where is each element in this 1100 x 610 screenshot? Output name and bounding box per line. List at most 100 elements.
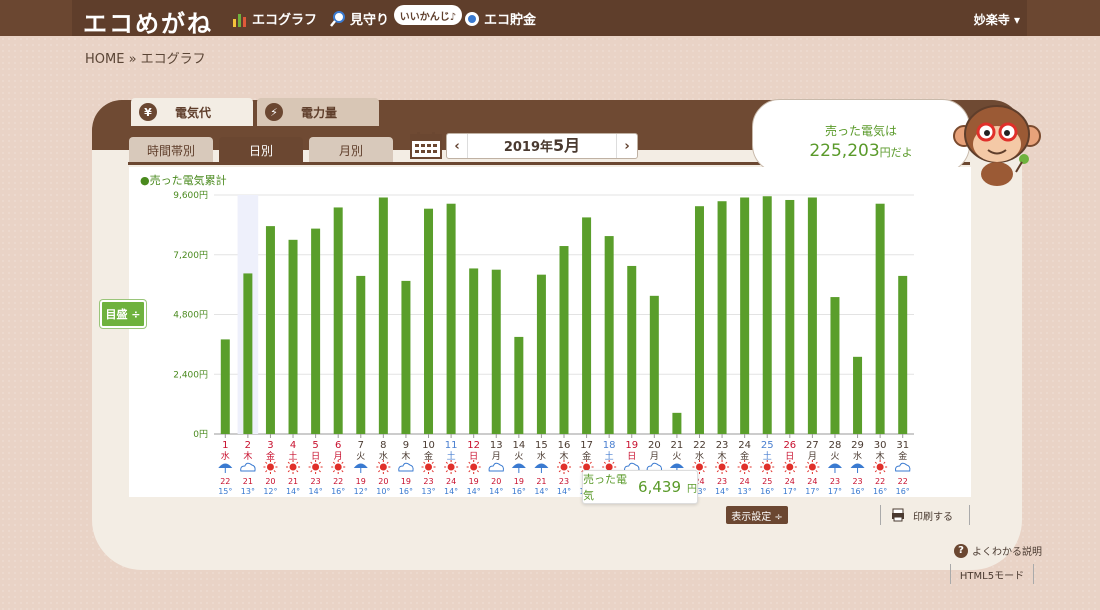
cloud-icon xyxy=(488,462,504,472)
sun-ray xyxy=(468,470,471,473)
bar xyxy=(604,236,614,434)
sun-icon xyxy=(695,463,703,471)
month-navigator: ‹ 2019年5月 › xyxy=(446,133,638,159)
sun-ray xyxy=(431,461,434,464)
help-link[interactable]: ? よくわかる説明 xyxy=(954,543,1042,558)
temp-low-label: 13° xyxy=(738,487,752,496)
calendar-icon[interactable] xyxy=(410,131,442,159)
yen-icon: ¥ xyxy=(139,103,157,121)
tab-electricity-amount[interactable]: ⚡ 電力量 xyxy=(257,98,379,126)
temp-low-label: 14° xyxy=(467,487,481,496)
x-tick-label-weekday: 水 xyxy=(853,450,862,462)
temp-high-label: 20 xyxy=(378,477,388,486)
prev-month-button[interactable]: ‹ xyxy=(447,139,467,154)
speech-line1: 売った電気は xyxy=(824,124,897,138)
x-tick-label-weekday: 日 xyxy=(627,451,636,462)
temp-low-label: 16° xyxy=(399,487,413,496)
top-bar-inner xyxy=(72,0,1027,36)
temp-high-label: 22 xyxy=(898,477,908,486)
current-year: 2019年 xyxy=(503,140,554,155)
bar xyxy=(469,268,479,434)
tab-monthly[interactable]: 月別 xyxy=(309,137,393,163)
bar xyxy=(717,201,727,434)
sun-icon xyxy=(786,463,794,471)
x-tick-label-weekday: 月 xyxy=(650,451,659,462)
cloud-icon xyxy=(895,462,911,472)
nav-eco-graph[interactable]: エコグラフ xyxy=(232,9,317,28)
tab-hourly[interactable]: 時間帯別 xyxy=(129,137,213,163)
printer-icon xyxy=(892,508,904,522)
sun-icon xyxy=(334,463,342,471)
bar xyxy=(288,239,298,434)
sun-ray xyxy=(318,470,321,473)
bar xyxy=(424,208,434,434)
bar xyxy=(220,339,230,434)
x-tick-label-day: 24 xyxy=(738,440,751,451)
print-button[interactable]: 印刷する xyxy=(880,505,970,525)
sun-ray xyxy=(747,470,750,473)
sun-ray xyxy=(445,470,448,473)
temp-high-label: 23 xyxy=(852,477,862,486)
temp-high-label: 21 xyxy=(288,477,298,486)
app-logo[interactable]: エコめがね xyxy=(83,4,213,39)
x-tick-label-day: 2 xyxy=(245,440,251,451)
temp-high-label: 23 xyxy=(717,477,727,486)
x-tick-label-day: 22 xyxy=(693,440,706,451)
y-tick-label: 7,200円 xyxy=(173,250,208,261)
x-tick-label-day: 17 xyxy=(580,440,593,451)
temp-low-label: 15° xyxy=(218,487,232,496)
x-tick-label-day: 8 xyxy=(380,440,386,451)
bar xyxy=(740,197,750,434)
bar xyxy=(491,269,501,434)
x-tick-label-day: 26 xyxy=(783,440,796,451)
nav-eco-savings[interactable]: エコ貯金 xyxy=(464,9,536,28)
x-tick-label-day: 16 xyxy=(558,440,571,451)
temp-low-label: 14° xyxy=(557,487,571,496)
nav-mimamori[interactable]: 見守り xyxy=(330,9,389,28)
umbrella-icon xyxy=(218,463,233,468)
coin-icon xyxy=(465,11,479,26)
tooltip-value: 6,439 xyxy=(638,478,681,496)
question-icon: ? xyxy=(954,543,968,558)
temp-low-label: 17° xyxy=(805,487,819,496)
speech-bubble: 売った電気は 225,203円だよ xyxy=(752,99,970,173)
temp-low-label: 13° xyxy=(421,487,435,496)
sun-icon xyxy=(876,463,884,471)
sun-ray xyxy=(747,461,750,464)
bar xyxy=(446,203,456,434)
tab-daily[interactable]: 日別 xyxy=(219,137,303,163)
bar xyxy=(582,217,592,434)
sun-ray xyxy=(589,461,592,464)
temp-high-label: 21 xyxy=(536,477,546,486)
y-tick-label: 0円 xyxy=(193,429,208,440)
sun-ray xyxy=(716,470,719,473)
temp-high-label: 23 xyxy=(311,477,321,486)
sun-ray xyxy=(725,470,728,473)
display-settings-button[interactable]: 表示設定 ÷ xyxy=(726,506,788,524)
temp-low-label: 13° xyxy=(241,487,255,496)
tab-electricity-cost[interactable]: ¥ 電気代 xyxy=(131,98,253,126)
bar xyxy=(559,246,569,434)
next-month-button[interactable]: › xyxy=(617,139,637,154)
temp-high-label: 23 xyxy=(559,477,569,486)
x-tick-label-day: 27 xyxy=(806,440,819,451)
bar xyxy=(311,228,321,434)
sun-icon xyxy=(560,463,568,471)
x-tick-label-weekday: 月 xyxy=(492,451,501,462)
x-tick-label-day: 25 xyxy=(761,440,774,451)
sun-ray xyxy=(386,470,389,473)
x-tick-label-day: 28 xyxy=(829,440,842,451)
temp-low-label: 12° xyxy=(263,487,277,496)
sun-ray xyxy=(815,470,818,473)
cloud-icon xyxy=(398,462,414,472)
temp-high-label: 20 xyxy=(265,477,275,486)
sun-icon xyxy=(312,463,320,471)
sun-ray xyxy=(287,461,290,464)
sun-ray xyxy=(265,470,268,473)
user-menu[interactable]: 妙楽寺 ▾ xyxy=(974,11,1020,28)
sun-ray xyxy=(468,461,471,464)
temp-low-label: 14° xyxy=(715,487,729,496)
sun-ray xyxy=(265,461,268,464)
html5-mode-link[interactable]: HTML5モード xyxy=(950,564,1034,584)
nav-label: エコ貯金 xyxy=(484,13,537,28)
